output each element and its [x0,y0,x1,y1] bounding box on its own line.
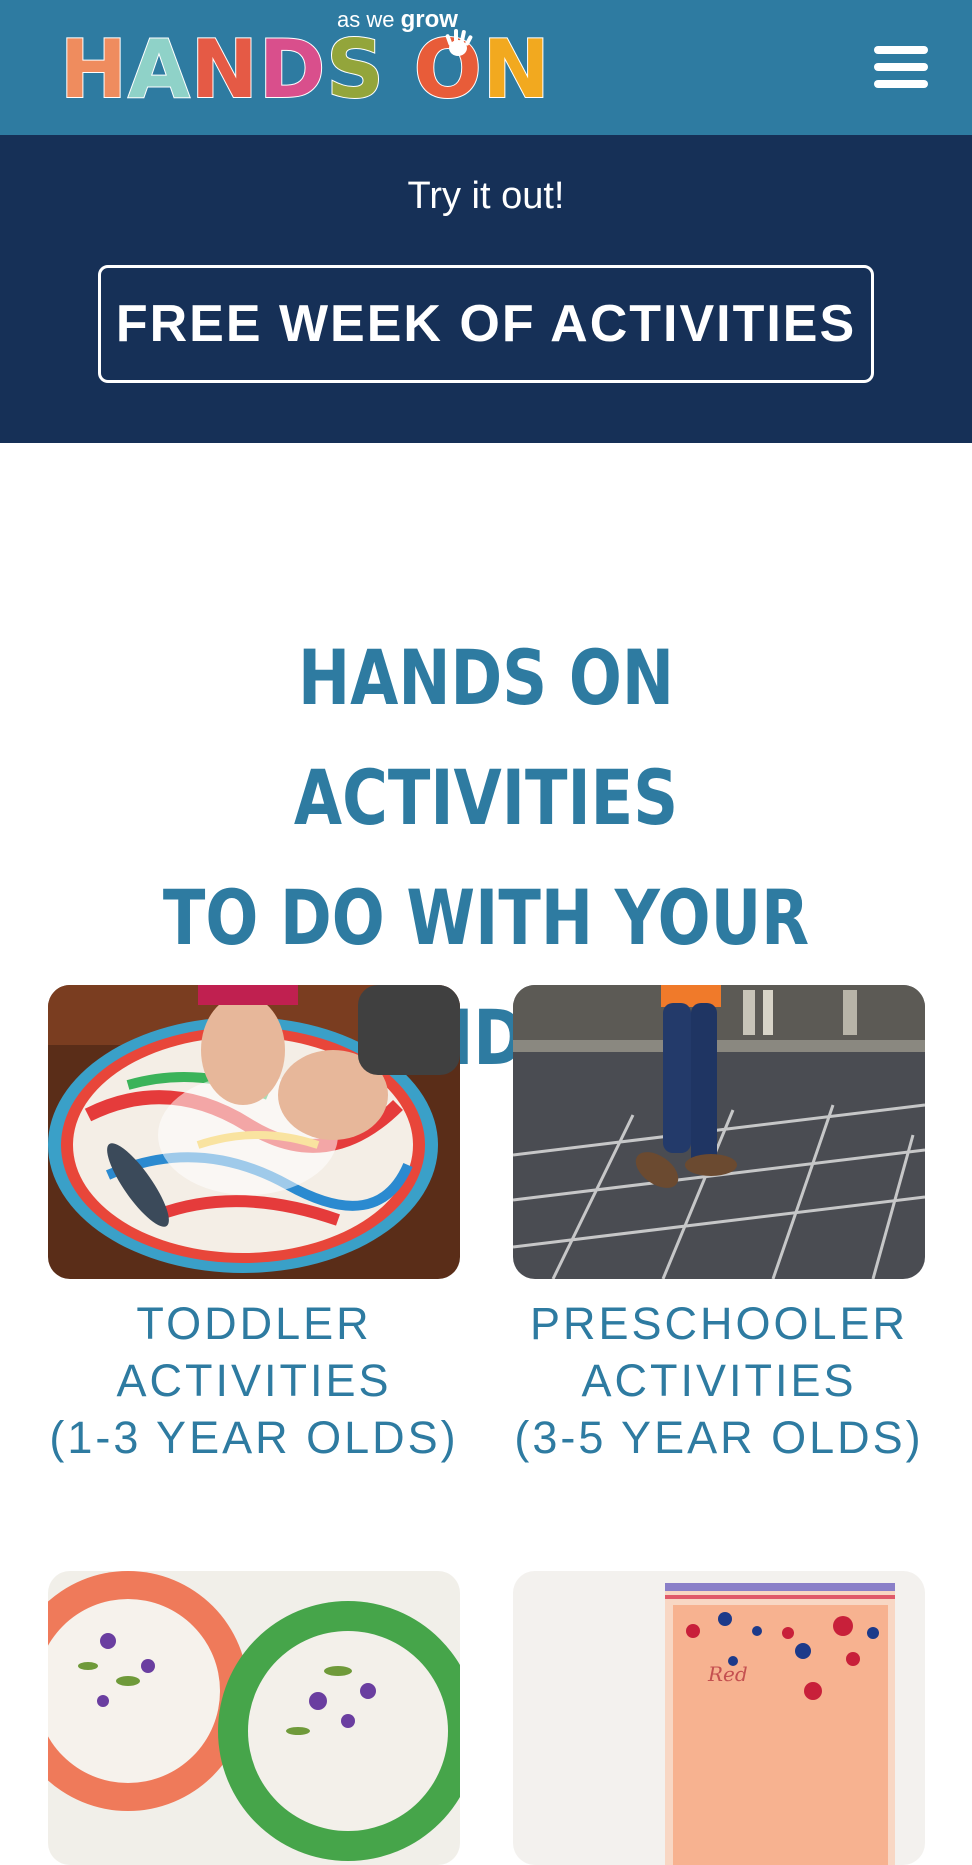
card-label-line: (3-5 YEAR OLDS) [514,1412,924,1463]
card-label-line: ACTIVITIES [116,1355,392,1406]
card-label[interactable]: PRESCHOOLER ACTIVITIES (3-5 YEAR OLDS) [503,1295,935,1466]
activity-image[interactable] [48,1571,460,1865]
card-label-line: PRESCHOOLER [529,1298,909,1349]
toddler-activities-image[interactable] [48,985,460,1279]
logo-letter [385,23,414,116]
menu-bar [874,63,928,71]
logo-tagline-prefix: as we [337,7,395,32]
free-week-button[interactable]: FREE WEEK OF ACTIVITIES [98,265,874,383]
logo-letter: N [482,23,551,116]
menu-bar [874,46,928,54]
svg-text:Red: Red [707,1662,748,1686]
logo-letter: N [190,23,259,116]
site-logo[interactable]: HANDS ON as we grow [59,6,551,120]
logo-letter: H [59,23,128,116]
promo-text: Try it out! [407,175,565,217]
promo-banner: Try it out! FREE WEEK OF ACTIVITIES [0,135,972,443]
preschooler-activities-image[interactable] [513,985,925,1279]
logo-tagline: as we grow [337,6,458,34]
logo-letter: D [258,23,327,116]
card-label-line: TODDLER [136,1298,372,1349]
card-label[interactable]: TODDLER ACTIVITIES (1-3 YEAR OLDS) [38,1295,470,1466]
page-title-line: HANDS ON ACTIVITIES [293,633,679,842]
logo-letter: S [325,23,385,116]
site-header: HANDS ON as we grow [0,0,972,135]
menu-bar [874,80,928,88]
activity-image[interactable]: Red [513,1571,925,1865]
card-label-line: ACTIVITIES [581,1355,857,1406]
logo-letter: A [127,23,191,116]
card-label-line: (1-3 YEAR OLDS) [49,1412,459,1463]
handprint-icon [445,29,473,56]
hamburger-menu-icon[interactable] [870,42,932,92]
